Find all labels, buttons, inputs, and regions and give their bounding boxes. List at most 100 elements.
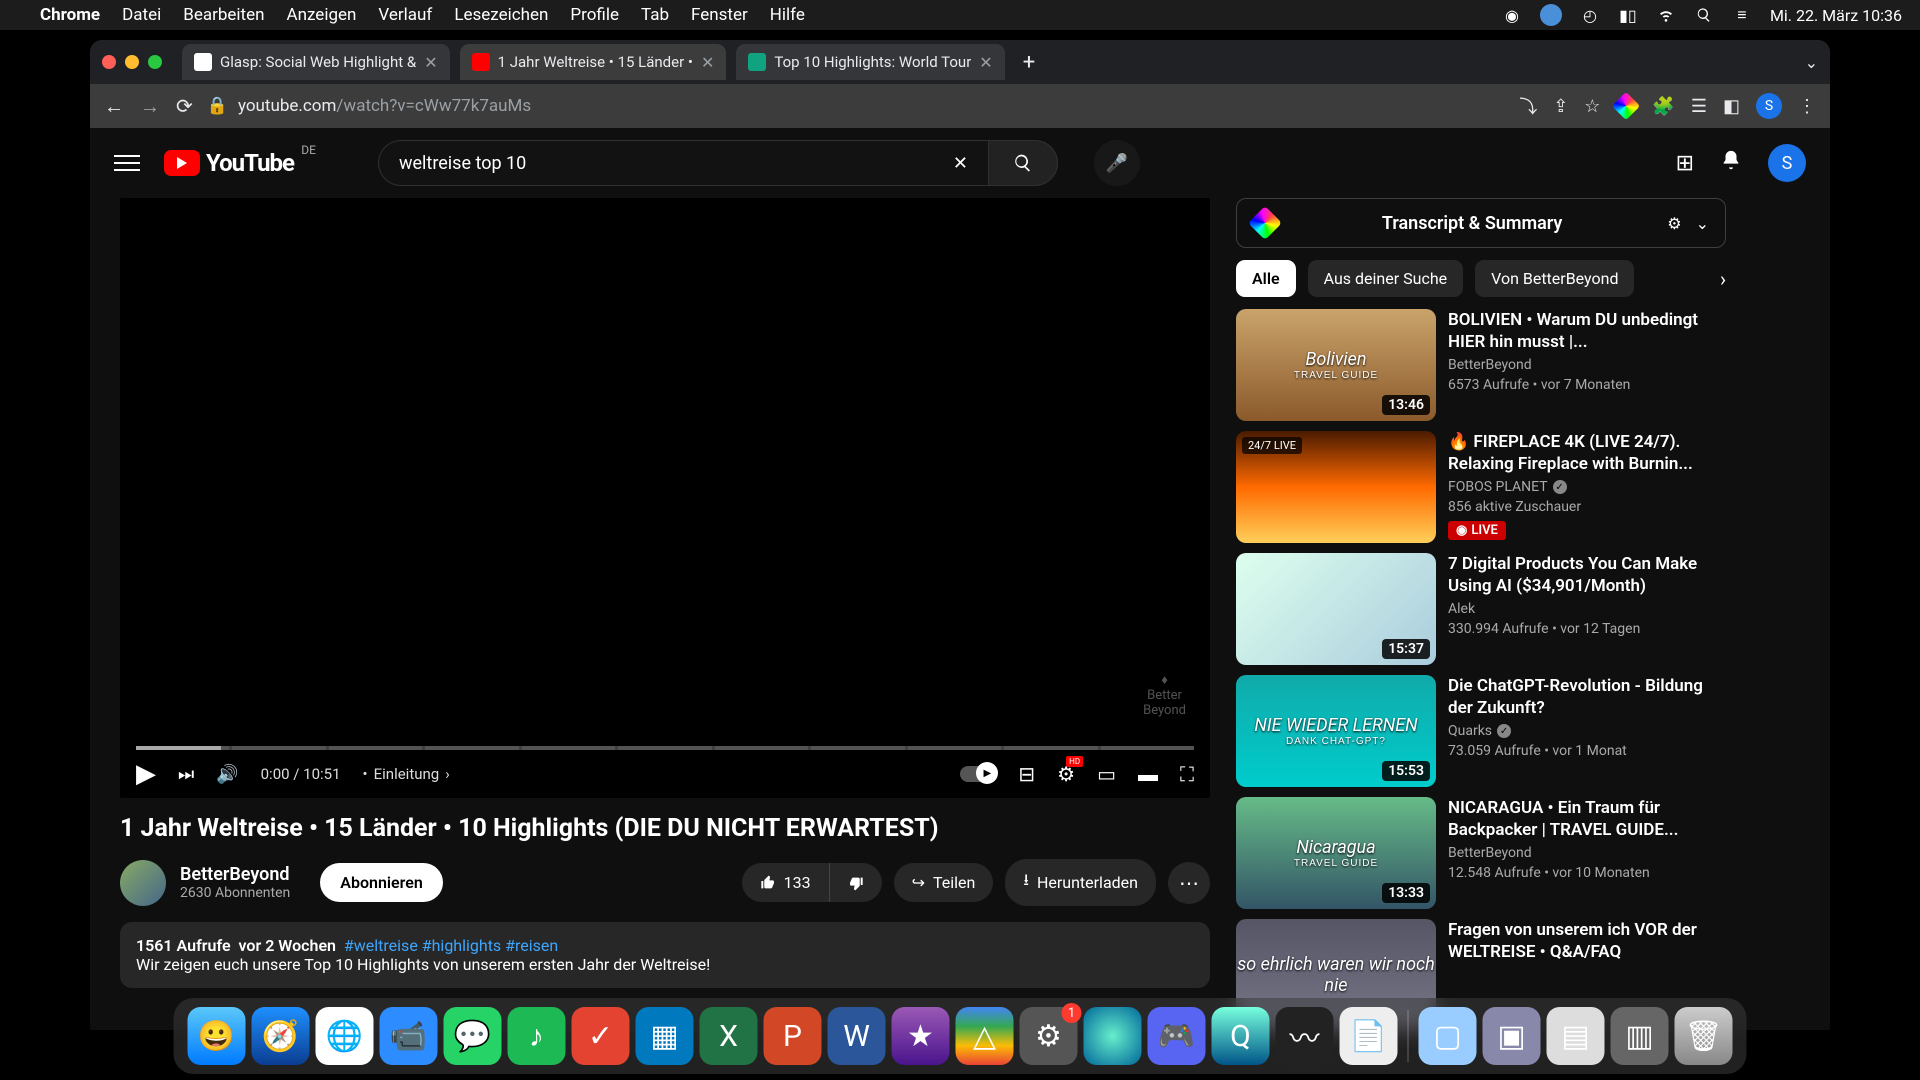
user-status-icon[interactable] [1540,4,1562,26]
tab-close-icon[interactable]: ✕ [424,53,437,72]
recommendation-item[interactable]: NicaraguaTRAVEL GUIDE13:33NICARAGUA • Ei… [1236,797,1726,909]
recommendation-item[interactable]: 24/7 LIVE🔥 FIREPLACE 4K (LIVE 24/7). Rel… [1236,431,1726,543]
dock-folder-4[interactable]: ▥ [1611,1007,1669,1065]
dock-word[interactable]: W [828,1007,886,1065]
dislike-button[interactable] [830,863,882,902]
youtube-logo[interactable]: YouTube DE [164,149,294,177]
dock-quicktime[interactable]: Q [1212,1007,1270,1065]
bookmark-star-icon[interactable]: ☆ [1584,96,1600,117]
back-button[interactable]: ← [104,94,124,119]
reload-button[interactable]: ⟳ [176,94,193,118]
extensions-puzzle-icon[interactable]: 🧩 [1652,96,1674,117]
like-button[interactable]: 133 [742,863,829,902]
dock-trello[interactable]: ▦ [636,1007,694,1065]
sidepanel-icon[interactable]: ◧ [1723,96,1740,117]
voice-search-button[interactable]: 🎤 [1094,140,1140,186]
transcript-summary-panel[interactable]: Transcript & Summary ⚙ ⌄ [1236,198,1726,248]
chip-aus-deiner-suche[interactable]: Aus deiner Suche [1308,260,1464,297]
dock-folder-3[interactable]: ▤ [1547,1007,1605,1065]
profile-avatar[interactable]: S [1756,93,1782,119]
dock-googledrive[interactable]: △ [956,1007,1014,1065]
dock-excel[interactable]: X [700,1007,758,1065]
menu-hilfe[interactable]: Hilfe [770,5,805,25]
more-actions-button[interactable]: ⋯ [1168,862,1210,904]
dock-app-light[interactable]: 📄 [1340,1007,1398,1065]
tab-list-button[interactable]: ⌄ [1805,53,1818,72]
share-button[interactable]: ↪ Teilen [894,863,994,902]
browser-tab[interactable]: Glasp: Social Web Highlight & ✕ [182,44,450,80]
download-button[interactable]: ⭳ Herunterladen [1005,859,1156,906]
wifi-icon[interactable] [1656,5,1676,25]
video-description[interactable]: 1561 Aufrufe vor 2 Wochen #weltreise #hi… [120,922,1210,988]
window-close-button[interactable] [102,55,116,69]
dock-discord[interactable]: 🎮 [1148,1007,1206,1065]
menu-tab[interactable]: Tab [641,5,669,25]
menu-profile[interactable]: Profile [570,5,619,25]
gear-icon[interactable]: ⚙ [1667,214,1681,233]
reading-list-icon[interactable]: ☰ [1691,96,1707,117]
channel-avatar[interactable] [120,860,166,906]
menu-lesezeichen[interactable]: Lesezeichen [454,5,548,25]
channel-block[interactable]: BetterBeyond 2630 Abonnenten [120,860,290,906]
volume-icon[interactable]: 🔊 [216,764,238,785]
browser-tab[interactable]: 1 Jahr Weltreise • 15 Länder • ✕ [460,44,727,80]
menu-anzeigen[interactable]: Anzeigen [287,5,357,25]
dock-whatsapp[interactable]: 💬 [444,1007,502,1065]
dock-todoist[interactable]: ✓ [572,1007,630,1065]
dock-zoom[interactable]: 📹 [380,1007,438,1065]
dock-settings[interactable]: ⚙1 [1020,1007,1078,1065]
share-icon[interactable]: ⇪ [1553,96,1568,117]
chapter-label[interactable]: • Einleitung › [363,765,450,783]
create-icon[interactable]: ⊞ [1676,151,1694,176]
search-button[interactable] [988,140,1058,186]
chip-alle[interactable]: Alle [1236,260,1296,297]
spotlight-icon[interactable] [1694,5,1714,25]
search-input[interactable]: weltreise top 10 ✕ [378,140,988,186]
dock-safari[interactable]: 🧭 [252,1007,310,1065]
autoplay-toggle[interactable] [960,766,996,782]
dock-folder-2[interactable]: ▣ [1483,1007,1541,1065]
menu-verlauf[interactable]: Verlauf [378,5,432,25]
record-icon[interactable]: ◉ [1502,5,1522,25]
tab-close-icon[interactable]: ✕ [979,53,992,72]
battery-icon[interactable]: ▮▯ [1618,5,1638,25]
app-name[interactable]: Chrome [40,5,100,25]
menu-datei[interactable]: Datei [122,5,161,25]
dock-app-blue[interactable] [1084,1007,1142,1065]
window-minimize-button[interactable] [125,55,139,69]
hashtags[interactable]: #weltreise #highlights #reisen [344,936,558,955]
channel-name[interactable]: BetterBeyond [180,864,290,885]
play-button[interactable]: ▶ [136,759,156,789]
timer-icon[interactable]: ◴ [1580,5,1600,25]
chips-scroll-right-icon[interactable]: › [1720,267,1726,291]
dock-imovie[interactable]: ★ [892,1007,950,1065]
dock-trash[interactable]: 🗑 [1675,1007,1733,1065]
video-player[interactable]: ♦BetterBeyond ▶ ⏭ 🔊 0:00 / 10:51 • Einle… [120,198,1210,798]
user-avatar[interactable]: S [1768,144,1806,182]
chip-von-betterbeyond[interactable]: Von BetterBeyond [1475,260,1634,297]
hamburger-menu-icon[interactable] [114,155,140,171]
dock-voice-memos[interactable]: 〰 [1276,1007,1334,1065]
notifications-icon[interactable] [1720,149,1742,177]
next-button[interactable]: ⏭ [178,764,194,785]
control-center-icon[interactable]: ≡ [1732,5,1752,25]
chevron-down-icon[interactable]: ⌄ [1696,214,1709,233]
clear-search-icon[interactable]: ✕ [953,153,968,174]
theater-mode-icon[interactable]: ▬ [1138,762,1158,787]
settings-icon[interactable]: ⚙HD [1057,762,1075,786]
menu-fenster[interactable]: Fenster [691,5,748,25]
recommendation-item[interactable]: 15:377 Digital Products You Can Make Usi… [1236,553,1726,665]
recommendation-item[interactable]: NIE WIEDER LERNENDANK CHAT-GPT?15:53Die … [1236,675,1726,787]
dock-chrome[interactable]: 🌐 [316,1007,374,1065]
install-app-icon[interactable]: ⤵ [1519,93,1537,119]
browser-tab[interactable]: Top 10 Highlights: World Tour ✕ [736,44,1004,80]
miniplayer-icon[interactable]: ▭ [1097,762,1116,786]
fullscreen-icon[interactable]: ⛶ [1180,762,1194,786]
tab-close-icon[interactable]: ✕ [701,53,714,72]
menubar-datetime[interactable]: Mi. 22. März 10:36 [1770,6,1902,25]
dock-folder-1[interactable]: ▢ [1419,1007,1477,1065]
dock-spotify[interactable]: ♪ [508,1007,566,1065]
subscribe-button[interactable]: Abonnieren [320,863,443,902]
dock-finder[interactable]: 😀 [188,1007,246,1065]
window-maximize-button[interactable] [148,55,162,69]
